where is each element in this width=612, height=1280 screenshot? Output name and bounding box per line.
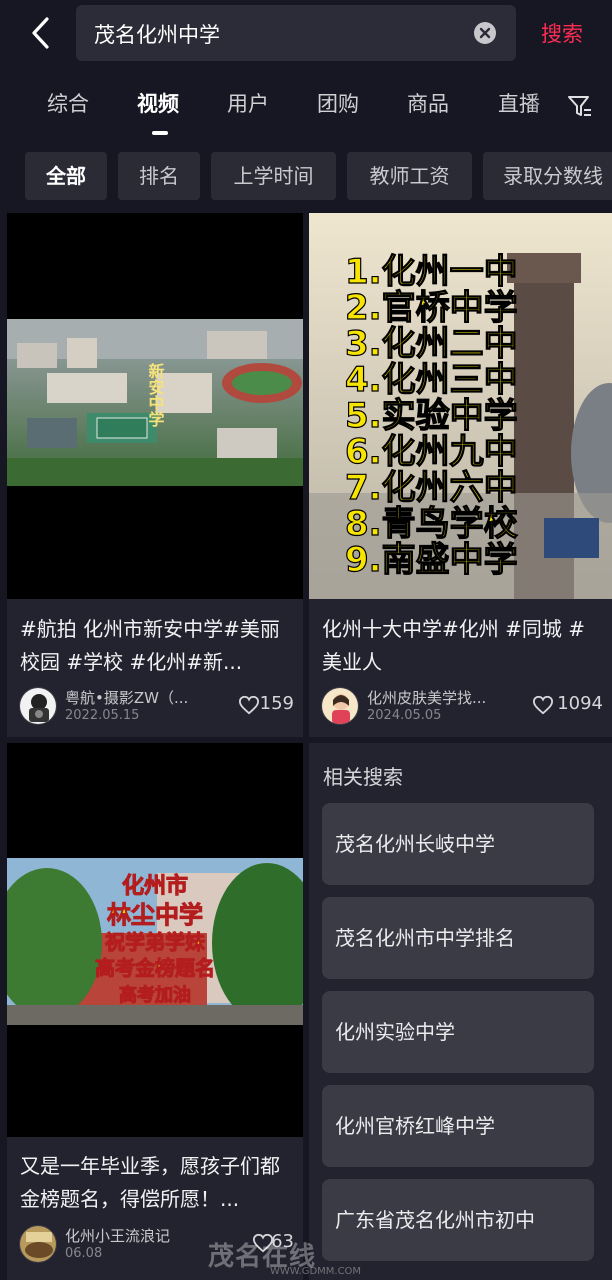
video-thumbnail: 新安中学: [7, 213, 303, 599]
chevron-left-icon: [32, 17, 49, 49]
chip-school-time[interactable]: 上学时间: [211, 152, 336, 200]
related-search-item[interactable]: 广东省茂名化州市初中: [322, 1179, 594, 1261]
watermark-url: WWW.GDMM.COM: [270, 1266, 362, 1277]
svg-text:3.化州二中: 3.化州二中: [345, 324, 518, 364]
aerial-school-image: 新安中学: [7, 319, 303, 486]
video-meta: 粤航•摄影ZW（... 2022.05.15 159: [19, 687, 294, 731]
like-count: 1094: [557, 693, 603, 714]
svg-text:9.南盛中学: 9.南盛中学: [345, 540, 518, 580]
search-query-text: 茂名化州中学: [94, 23, 220, 47]
author-name[interactable]: 化州皮肤美学找...: [367, 687, 517, 708]
author-name[interactable]: 化州小王流浪记: [65, 1225, 225, 1246]
related-search-item[interactable]: 化州实验中学: [322, 991, 594, 1073]
svg-text:林尘中学: 林尘中学: [107, 901, 203, 929]
search-header: 茂名化州中学 搜索: [0, 0, 612, 68]
related-search-item[interactable]: 化州官桥红峰中学: [322, 1085, 594, 1167]
back-button[interactable]: [22, 14, 62, 54]
video-title: #航拍 化州市新安中学#美丽校园 #学校 #化州#新...: [20, 617, 280, 674]
svg-text:6.化州九中: 6.化州九中: [345, 432, 518, 472]
post-date: 2024.05.05: [367, 708, 442, 723]
tabs-fade: [530, 82, 570, 138]
svg-text:高考金榜题名: 高考金榜题名: [95, 956, 215, 980]
svg-text:7.化州六中: 7.化州六中: [345, 468, 518, 508]
tab-comprehensive[interactable]: 综合: [47, 88, 89, 118]
avatar[interactable]: [19, 687, 57, 725]
chip-teacher-salary[interactable]: 教师工资: [347, 152, 472, 200]
video-title: 又是一年毕业季，愿孩子们都金榜题名，得偿所愿！...: [20, 1154, 280, 1211]
search-input[interactable]: 茂名化州中学: [76, 5, 516, 61]
video-meta: 化州皮肤美学找... 2024.05.05 1094: [321, 687, 603, 731]
svg-text:祝学弟学妹: 祝学弟学妹: [105, 930, 206, 954]
author-name[interactable]: 粤航•摄影ZW（...: [65, 687, 225, 708]
svg-text:2.官桥中学: 2.官桥中学: [345, 288, 518, 328]
active-tab-indicator: [152, 131, 168, 135]
graduation-school-image: 化州市 林尘中学 祝学弟学妹 高考金榜题名 高考加油: [7, 858, 303, 1025]
tab-products[interactable]: 商品: [407, 88, 449, 118]
top-schools-list-image: 1.化州一中 2.官桥中学 3.化州二中 4.化州三中 5.实验中学 6.化州九…: [309, 213, 612, 599]
chip-all[interactable]: 全部: [25, 152, 107, 200]
post-date: 2022.05.15: [65, 708, 140, 723]
chip-admission-score[interactable]: 录取分数线: [483, 152, 612, 200]
like-count: 159: [259, 693, 294, 714]
tab-users[interactable]: 用户: [227, 88, 269, 118]
filter-chips: 全部 排名 上学时间 教师工资 录取分数线: [0, 152, 612, 200]
video-thumbnail: 1.化州一中 2.官桥中学 3.化州二中 4.化州三中 5.实验中学 6.化州九…: [309, 213, 612, 599]
avatar[interactable]: [19, 1225, 57, 1263]
post-date: 06.08: [65, 1246, 103, 1261]
svg-text:高考加油: 高考加油: [119, 984, 191, 1006]
search-button[interactable]: 搜索: [541, 18, 583, 48]
video-card[interactable]: 化州市 林尘中学 祝学弟学妹 高考金榜题名 高考加油 又是一年毕业季，愿孩子们都…: [7, 743, 303, 1280]
category-tabs: 综合 视频 用户 团购 商品 直播: [0, 82, 612, 138]
thumb-list: 1.化州一中 2.官桥中学 3.化州二中 4.化州三中 5.实验中学 6.化州九…: [344, 251, 518, 580]
video-thumbnail: 化州市 林尘中学 祝学弟学妹 高考金榜题名 高考加油: [7, 743, 303, 1137]
svg-text:化州市: 化州市: [122, 873, 188, 899]
tab-group-buy[interactable]: 团购: [317, 88, 359, 118]
heart-icon[interactable]: [532, 695, 554, 715]
heart-icon[interactable]: [238, 695, 260, 715]
related-searches-title: 相关搜索: [323, 765, 403, 789]
video-title: 化州十大中学#化州 #同城 #美业人: [322, 617, 585, 674]
tab-video[interactable]: 视频: [137, 88, 179, 118]
svg-text:4.化州三中: 4.化州三中: [345, 360, 518, 400]
svg-text:1.化州一中: 1.化州一中: [345, 252, 518, 292]
video-card[interactable]: 新安中学 #航拍 化州市新安中学#美丽校园 #学校 #化州#新... 粤航•摄影…: [7, 213, 303, 737]
video-card[interactable]: 1.化州一中 2.官桥中学 3.化州二中 4.化州三中 5.实验中学 6.化州九…: [309, 213, 612, 737]
related-searches-panel: 相关搜索 茂名化州长岐中学 茂名化州市中学排名 化州实验中学 化州官桥红峰中学 …: [309, 743, 612, 1280]
related-search-item[interactable]: 茂名化州市中学排名: [322, 897, 594, 979]
clear-icon[interactable]: [474, 22, 496, 44]
thumb-overlay-text: 新安中学: [146, 362, 165, 428]
filter-icon[interactable]: [566, 92, 594, 120]
chip-ranking[interactable]: 排名: [118, 152, 200, 200]
svg-text:8.青鸟学校: 8.青鸟学校: [345, 504, 518, 544]
related-search-item[interactable]: 茂名化州长岐中学: [322, 803, 594, 885]
avatar[interactable]: [321, 687, 359, 725]
svg-text:5.实验中学: 5.实验中学: [345, 396, 518, 436]
